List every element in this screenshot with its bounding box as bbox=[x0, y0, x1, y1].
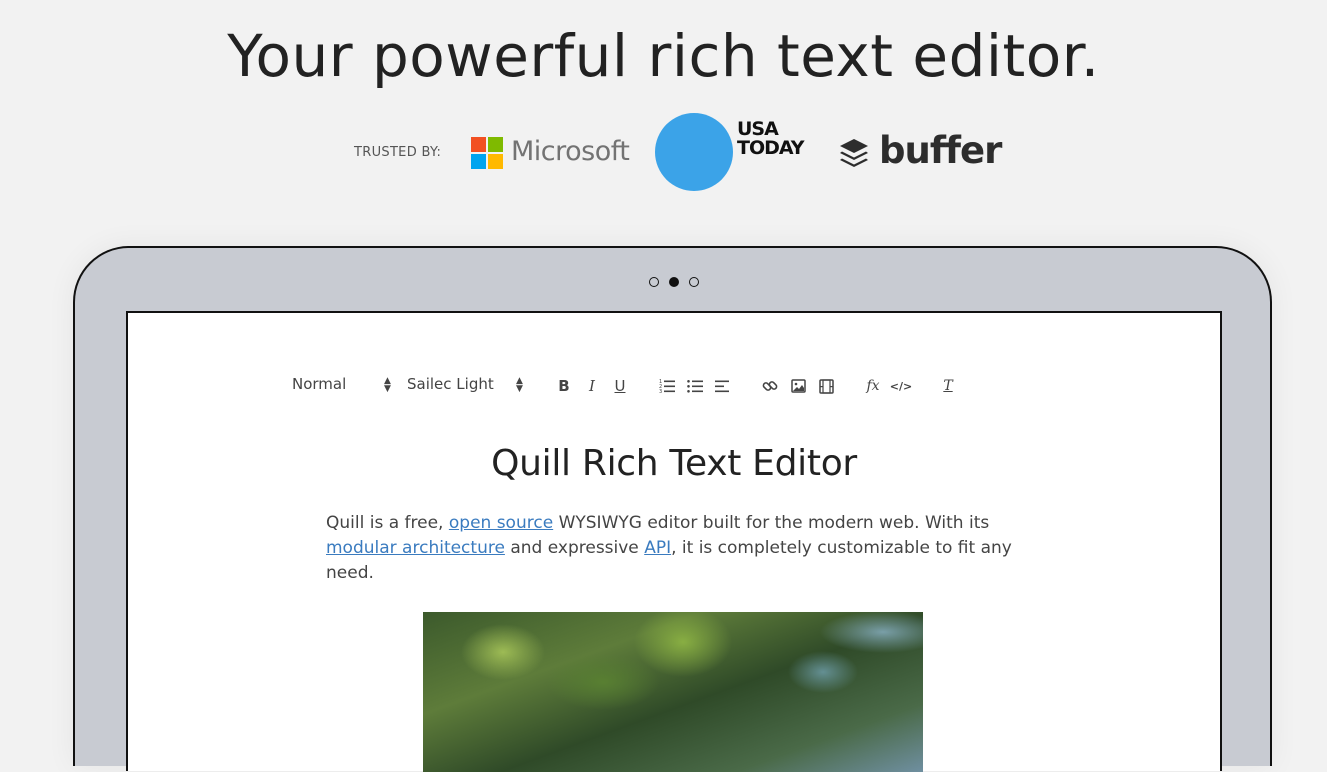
usa-today-wordmark: USA TODAY bbox=[737, 120, 805, 159]
carousel-dot-2[interactable] bbox=[669, 277, 679, 287]
carousel-dot-3[interactable] bbox=[689, 277, 699, 287]
link-icon bbox=[762, 381, 778, 391]
align-left-icon bbox=[715, 380, 729, 393]
hero-headline: Your powerful rich text editor. bbox=[227, 22, 1100, 90]
editor-screen: Normal ▲▼ Sailec Light ▲▼ B I U 1 2 3 bbox=[126, 311, 1222, 772]
open-source-link[interactable]: open source bbox=[449, 513, 553, 533]
document-paragraph[interactable]: Quill is a free, open source WYSIWYG edi… bbox=[326, 511, 1026, 586]
document-image[interactable] bbox=[423, 612, 923, 772]
code-block-button[interactable]: </> bbox=[890, 375, 912, 397]
editor-toolbar: Normal ▲▼ Sailec Light ▲▼ B I U 1 2 3 bbox=[292, 375, 972, 399]
para-text-3: and expressive bbox=[504, 538, 645, 558]
header-select-caret-icon: ▲ ▼ bbox=[384, 376, 391, 394]
device-frame: Normal ▲▼ Sailec Light ▲▼ B I U 1 2 3 bbox=[73, 246, 1272, 772]
underline-button[interactable]: U bbox=[609, 375, 631, 397]
microsoft-grid-icon bbox=[471, 137, 505, 171]
italic-button[interactable]: I bbox=[581, 375, 603, 397]
link-button[interactable] bbox=[759, 375, 781, 397]
buffer-stack-icon bbox=[840, 139, 868, 167]
font-select-value: Sailec Light bbox=[407, 375, 494, 393]
clear-format-icon: T bbox=[943, 378, 953, 394]
ordered-list-button[interactable]: 1 2 3 bbox=[656, 375, 678, 397]
video-button[interactable] bbox=[815, 375, 837, 397]
italic-icon: I bbox=[589, 377, 595, 395]
clean-format-button[interactable]: T bbox=[937, 375, 959, 397]
bold-icon: B bbox=[558, 377, 570, 395]
ordered-list-icon: 1 2 3 bbox=[659, 379, 675, 393]
api-link[interactable]: API bbox=[644, 538, 671, 558]
header-select-value: Normal bbox=[292, 375, 347, 393]
image-button[interactable] bbox=[787, 375, 809, 397]
header-select[interactable]: Normal ▲ ▼ bbox=[292, 375, 392, 397]
carousel-dot-1[interactable] bbox=[649, 277, 659, 287]
bullet-list-icon bbox=[687, 380, 703, 393]
bullet-list-button[interactable] bbox=[684, 375, 706, 397]
formula-button[interactable]: fx bbox=[862, 375, 884, 397]
formula-icon: fx bbox=[866, 378, 880, 394]
bold-button[interactable]: B bbox=[553, 375, 575, 397]
font-select[interactable]: Sailec Light ▲ ▼ bbox=[407, 375, 527, 397]
underline-icon: U bbox=[614, 377, 626, 395]
para-text-2: WYSIWYG editor built for the modern web.… bbox=[553, 513, 990, 533]
align-button[interactable] bbox=[712, 375, 734, 397]
modular-architecture-link[interactable]: modular architecture bbox=[326, 538, 505, 558]
usa-today-line2: TODAY bbox=[737, 137, 805, 159]
usa-today-circle-icon bbox=[655, 113, 733, 191]
buffer-wordmark: buffer bbox=[879, 129, 1002, 172]
microsoft-wordmark: Microsoft bbox=[511, 136, 630, 167]
image-icon bbox=[790, 379, 806, 393]
document-title[interactable]: Quill Rich Text Editor bbox=[128, 443, 1220, 484]
svg-text:3: 3 bbox=[659, 389, 662, 393]
trusted-by-row: TRUSTED BY: Microsoft USA TODAY buffer bbox=[0, 110, 1327, 200]
video-icon bbox=[818, 378, 834, 394]
font-select-caret-icon: ▲ ▼ bbox=[516, 376, 523, 394]
code-icon: </> bbox=[889, 379, 913, 393]
para-text-1: Quill is a free, bbox=[326, 513, 449, 533]
trusted-by-label: TRUSTED BY: bbox=[354, 145, 442, 160]
